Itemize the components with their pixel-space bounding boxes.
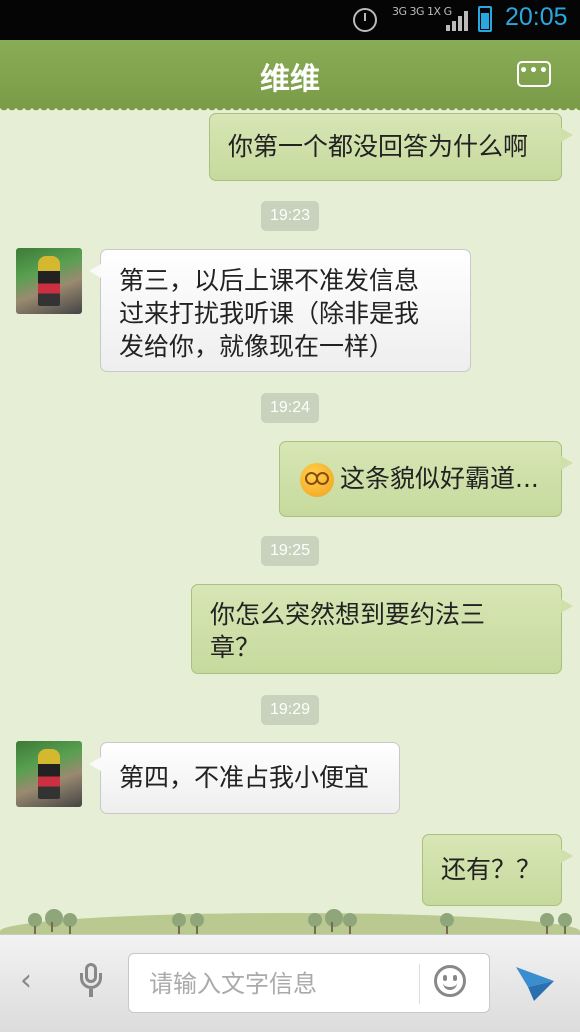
chat-header: 维维 ••• bbox=[0, 40, 580, 114]
message-line: 发给你，就像现在一样） bbox=[119, 332, 395, 361]
message-line: 第三，以后上课不准发信息 bbox=[119, 266, 420, 295]
message-outgoing[interactable]: 你怎么突然想到要约法三 章？ bbox=[191, 584, 573, 674]
message-text: 第四，不准占我小便宜 bbox=[119, 763, 370, 792]
microphone-icon[interactable] bbox=[80, 963, 102, 997]
message-input-field bbox=[128, 953, 490, 1013]
chat-title: 维维 bbox=[260, 62, 320, 97]
divider bbox=[419, 964, 420, 1004]
network-indicator: 3G 3G 1X G bbox=[392, 5, 452, 18]
more-menu-icon[interactable]: ••• bbox=[517, 61, 551, 87]
message-outgoing[interactable]: 这条貌似好霸道... bbox=[279, 441, 573, 517]
background-scenery bbox=[0, 890, 580, 936]
timestamp: 19:29 bbox=[261, 695, 319, 725]
message-line: 过来打扰我听课（除非是我 bbox=[119, 299, 420, 328]
message-input[interactable] bbox=[147, 966, 411, 1002]
message-incoming[interactable]: 第三，以后上课不准发信息 过来打扰我听课（除非是我 发给你，就像现在一样） bbox=[89, 249, 471, 372]
status-time: 20:05 bbox=[505, 3, 568, 31]
dizzy-face-emoji bbox=[300, 463, 334, 497]
back-icon[interactable]: ‹ bbox=[20, 963, 32, 998]
timestamp: 19:24 bbox=[261, 393, 319, 423]
message-line: 你怎么突然想到要约法三 bbox=[210, 600, 486, 629]
timestamp: 19:25 bbox=[261, 536, 319, 566]
send-icon[interactable] bbox=[514, 961, 556, 1003]
avatar[interactable] bbox=[16, 248, 82, 314]
message-outgoing[interactable]: 你第一个都没回答为什么啊 bbox=[209, 113, 573, 181]
signal-icon bbox=[446, 11, 468, 31]
emoji-icon[interactable] bbox=[434, 965, 466, 997]
timestamp: 19:23 bbox=[261, 201, 319, 231]
message-text: 这条貌似好霸道... bbox=[340, 464, 539, 493]
message-text: 还有？？ bbox=[441, 855, 542, 884]
battery-icon bbox=[478, 6, 492, 32]
avatar[interactable] bbox=[16, 741, 82, 807]
status-bar: 3G 3G 1X G 20:05 bbox=[0, 0, 580, 40]
message-text: 你第一个都没回答为什么啊 bbox=[228, 132, 529, 161]
message-incoming[interactable]: 第四，不准占我小便宜 bbox=[89, 742, 400, 814]
message-line: 章？ bbox=[210, 633, 261, 662]
alarm-icon bbox=[353, 8, 377, 32]
input-bar: ‹ bbox=[0, 934, 580, 1032]
